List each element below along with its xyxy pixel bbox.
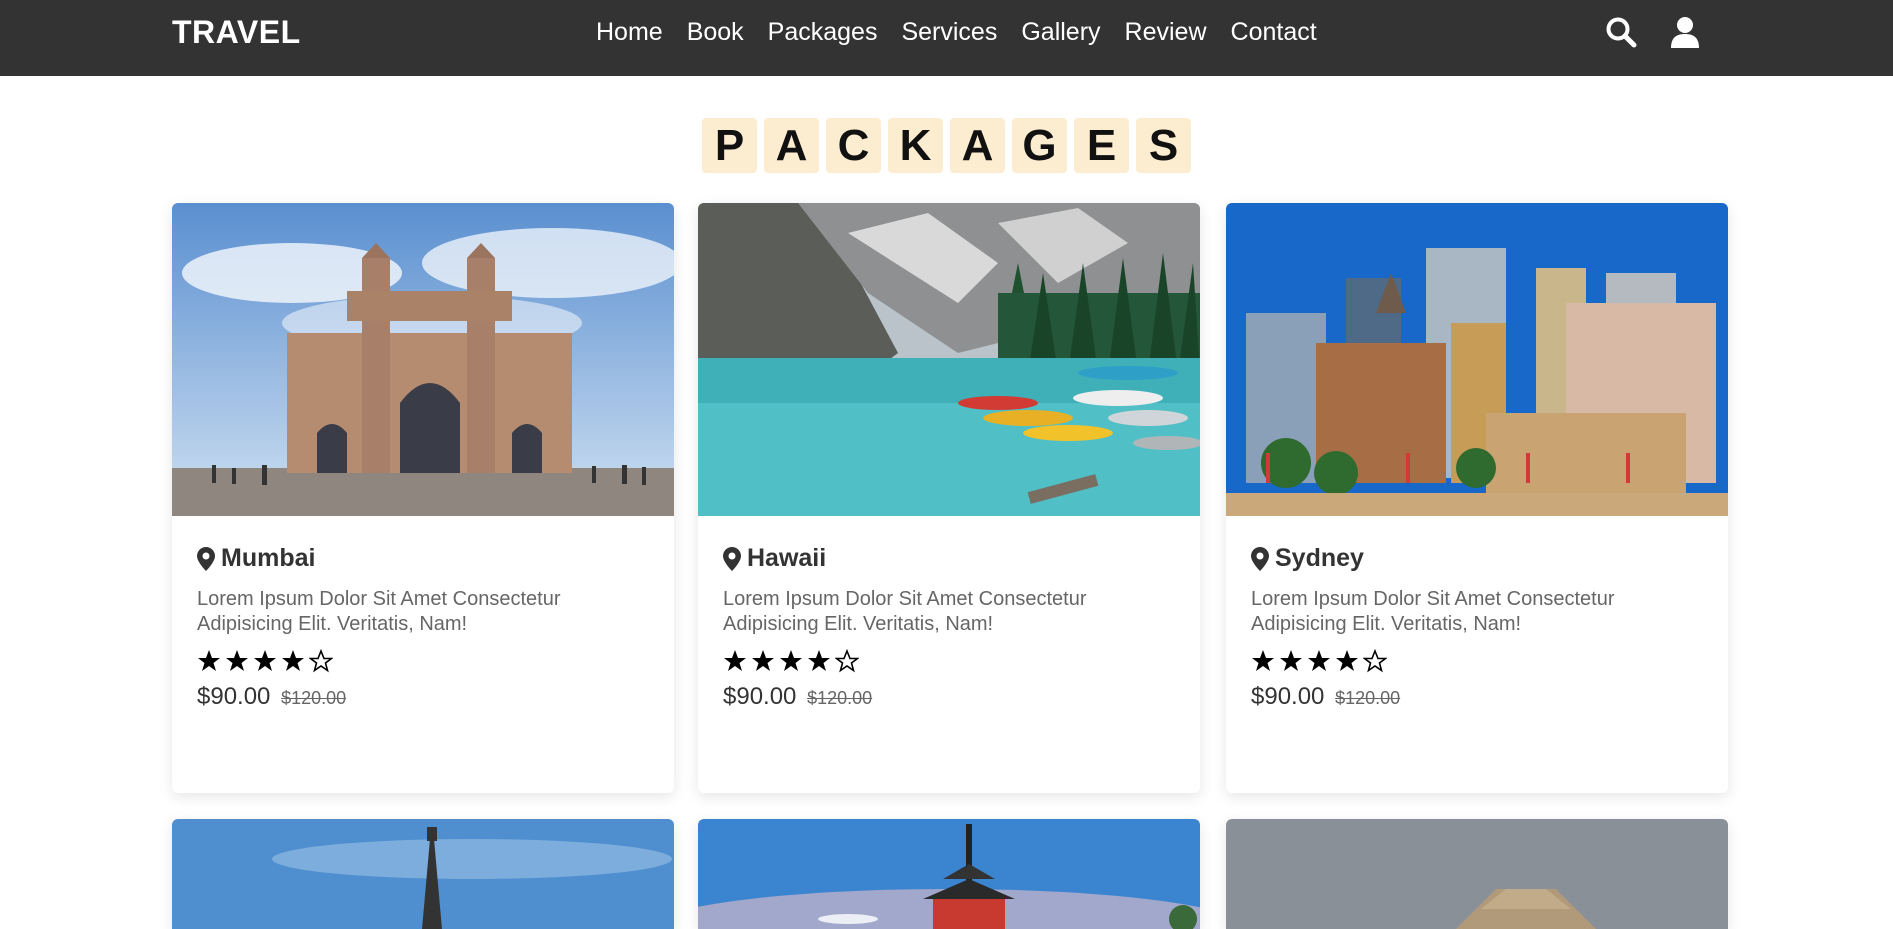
star-filled-icon [1308,650,1330,671]
rating-stars [1251,649,1703,673]
package-content: Hawaii Lorem Ipsum Dolor Sit Amet Consec… [698,516,1200,793]
package-content: Mumbai Lorem Ipsum Dolor Sit Amet Consec… [172,516,674,793]
heading-letter: E [1074,118,1129,173]
header-icons [1603,14,1703,50]
section-heading-packages: P A C K A G E S [0,118,1893,173]
package-card-egypt[interactable] [1226,819,1728,929]
package-card-sydney[interactable]: Sydney Lorem Ipsum Dolor Sit Amet Consec… [1226,203,1728,793]
logo[interactable]: TRAVEL [172,14,301,51]
nav-review[interactable]: Review [1125,18,1207,47]
rating-stars [723,649,1175,673]
star-filled-icon [780,650,802,671]
package-image-sydney [1226,203,1728,516]
nav-book[interactable]: Book [687,18,744,47]
package-description: Lorem Ipsum Dolor Sit Amet Consectetur A… [197,588,561,635]
heading-letter: G [1012,118,1067,173]
nav-services[interactable]: Services [901,18,997,47]
rating-stars [197,649,649,673]
star-filled-icon [282,650,304,671]
package-location: Hawaii [747,544,827,572]
package-card-hawaii[interactable]: Hawaii Lorem Ipsum Dolor Sit Amet Consec… [698,203,1200,793]
star-filled-icon [1280,650,1302,671]
heading-letter: A [950,118,1005,173]
search-icon[interactable] [1603,14,1639,50]
package-description: Lorem Ipsum Dolor Sit Amet Consectetur A… [1251,588,1615,635]
package-price: $90.00 $120.00 [1251,683,1703,711]
nav-contact[interactable]: Contact [1231,18,1317,47]
package-card-paris[interactable] [172,819,674,929]
star-filled-icon [226,650,248,671]
star-filled-icon [198,650,220,671]
nav-gallery[interactable]: Gallery [1021,18,1100,47]
star-filled-icon [1336,650,1358,671]
top-header: TRAVEL Home Book Packages Services Galle… [0,0,1893,76]
star-empty-icon [1363,649,1387,673]
nav-packages[interactable]: Packages [768,18,878,47]
main-nav: Home Book Packages Services Gallery Revi… [596,18,1341,47]
package-image-paris [172,819,674,929]
package-title: Sydney [1251,544,1703,573]
star-empty-icon [309,649,333,673]
package-price: $90.00 $120.00 [723,683,1175,711]
heading-letter: S [1136,118,1191,173]
user-icon[interactable] [1667,14,1703,50]
package-title: Hawaii [723,544,1175,573]
package-content: Sydney Lorem Ipsum Dolor Sit Amet Consec… [1226,516,1728,793]
package-location: Sydney [1275,544,1364,572]
star-filled-icon [254,650,276,671]
map-marker-icon [197,546,215,571]
star-filled-icon [1252,650,1274,671]
package-card-japan[interactable] [698,819,1200,929]
package-price: $90.00 $120.00 [197,683,649,711]
package-title: Mumbai [197,544,649,573]
map-marker-icon [1251,546,1269,571]
package-card-mumbai[interactable]: Mumbai Lorem Ipsum Dolor Sit Amet Consec… [172,203,674,793]
old-price: $120.00 [1335,688,1401,708]
package-location: Mumbai [221,544,316,572]
star-filled-icon [752,650,774,671]
package-description: Lorem Ipsum Dolor Sit Amet Consectetur A… [723,588,1087,635]
package-image-egypt [1226,819,1728,929]
current-price: $90.00 [1251,683,1325,710]
old-price: $120.00 [281,688,347,708]
heading-letter: C [826,118,881,173]
star-filled-icon [808,650,830,671]
current-price: $90.00 [723,683,797,710]
star-filled-icon [724,650,746,671]
package-image-mumbai [172,203,674,516]
heading-letter: P [702,118,757,173]
nav-home[interactable]: Home [596,18,663,47]
current-price: $90.00 [197,683,271,710]
heading-letter: K [888,118,943,173]
map-marker-icon [723,546,741,571]
star-empty-icon [835,649,859,673]
old-price: $120.00 [807,688,873,708]
package-image-japan [698,819,1200,929]
heading-letter: A [764,118,819,173]
package-image-hawaii [698,203,1200,516]
